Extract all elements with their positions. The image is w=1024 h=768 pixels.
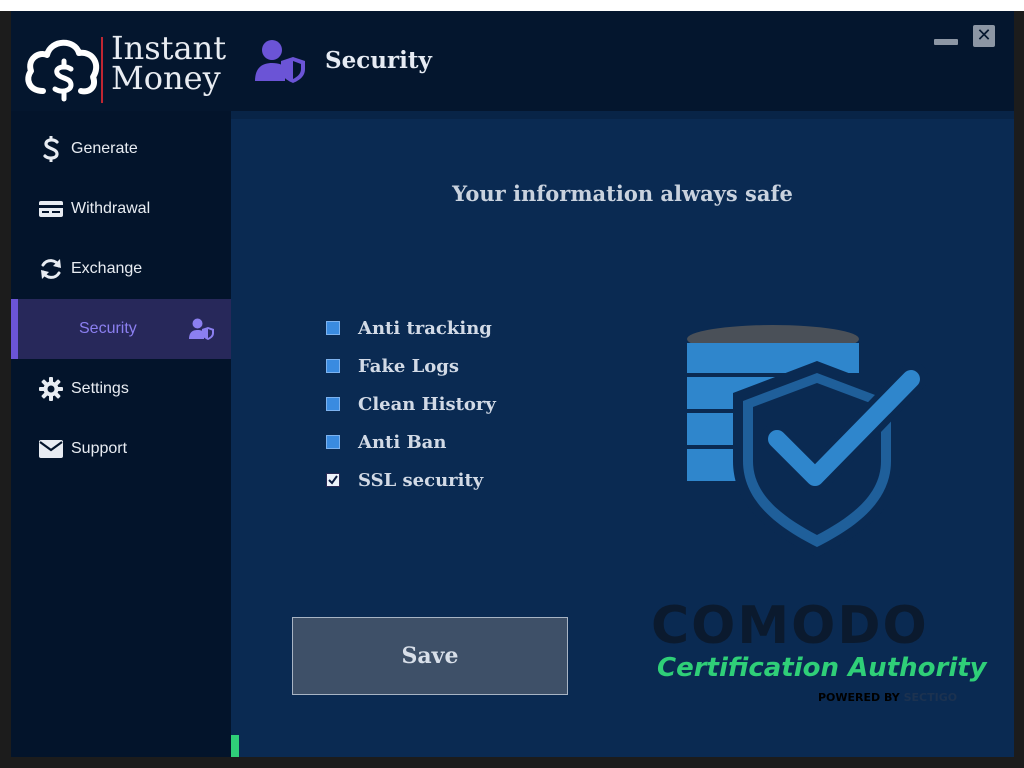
checkmark-icon	[328, 475, 338, 485]
comodo-brand: COMODO	[651, 596, 929, 656]
option-anti-tracking[interactable]: Anti tracking	[326, 313, 492, 343]
sidebar-item-withdrawal[interactable]: Withdrawal	[11, 179, 231, 239]
sidebar-item-security[interactable]: Security	[11, 299, 231, 359]
app-window: Instant Money Security ✕ Generate Withdr…	[11, 11, 1014, 757]
header: Instant Money Security ✕	[11, 11, 1014, 111]
comodo-tagline: Certification Authority	[657, 653, 987, 683]
logo-divider	[101, 37, 103, 103]
option-label: Anti tracking	[358, 317, 492, 339]
comodo-badge: COMODO Certification Authority POWERED B…	[651, 596, 987, 709]
powered-by-prefix: POWERED BY	[818, 691, 904, 704]
close-button[interactable]: ✕	[973, 25, 995, 47]
option-label: Anti Ban	[358, 431, 447, 453]
checkbox[interactable]	[326, 435, 340, 449]
minimize-button[interactable]	[934, 39, 958, 45]
close-icon: ✕	[976, 25, 992, 46]
sidebar-item-label: Generate	[71, 140, 138, 157]
cloud-dollar-icon	[25, 39, 100, 102]
option-label: SSL security	[358, 469, 484, 491]
gear-icon	[38, 376, 64, 402]
sidebar-item-settings[interactable]: Settings	[11, 359, 231, 419]
checkbox[interactable]	[326, 473, 340, 487]
option-clean-history[interactable]: Clean History	[326, 389, 496, 419]
option-label: Fake Logs	[358, 355, 460, 377]
active-indicator	[11, 299, 18, 359]
window-frame-right	[1014, 11, 1024, 768]
sidebar-item-exchange[interactable]: Exchange	[11, 239, 231, 299]
progress-bar	[231, 735, 239, 757]
refresh-icon	[38, 256, 64, 282]
page-title: Security	[325, 47, 432, 74]
sidebar-item-label: Exchange	[71, 260, 143, 277]
dollar-icon	[38, 136, 64, 162]
checkbox[interactable]	[326, 397, 340, 411]
sidebar-item-label: Settings	[71, 380, 129, 397]
main-content: Your information always safe Anti tracki…	[231, 111, 1014, 757]
window-frame-bottom	[0, 757, 1024, 768]
card-icon	[38, 196, 64, 222]
logo-text: Instant Money	[111, 32, 226, 97]
sectigo-brand: SECTIGO	[903, 691, 958, 704]
section-heading: Your information always safe	[452, 181, 793, 206]
save-button[interactable]: Save	[292, 617, 568, 695]
user-shield-icon	[189, 317, 215, 341]
content-top-band	[231, 111, 1014, 119]
option-anti-ban[interactable]: Anti Ban	[326, 427, 446, 457]
sidebar: Generate Withdrawal Exchange Security Se…	[11, 111, 231, 757]
option-label: Clean History	[358, 393, 496, 415]
sidebar-item-label: Support	[71, 440, 128, 457]
sidebar-item-generate[interactable]: Generate	[11, 119, 231, 179]
sidebar-item-support[interactable]: Support	[11, 419, 231, 479]
checkbox[interactable]	[326, 321, 340, 335]
powered-by: POWERED BY SECTIGO	[818, 691, 957, 704]
database-shield-icon	[687, 325, 928, 557]
sidebar-item-label: Security	[79, 320, 137, 337]
logo-line-2: Money	[111, 59, 221, 97]
top-strip	[0, 0, 1024, 11]
envelope-icon	[38, 436, 64, 462]
progress-fill	[231, 735, 239, 757]
sidebar-item-label: Withdrawal	[71, 200, 151, 217]
user-shield-icon	[255, 39, 307, 83]
option-ssl-security[interactable]: SSL security	[326, 465, 483, 495]
checkbox[interactable]	[326, 359, 340, 373]
window-frame-left	[0, 11, 11, 768]
option-fake-logs[interactable]: Fake Logs	[326, 351, 459, 381]
